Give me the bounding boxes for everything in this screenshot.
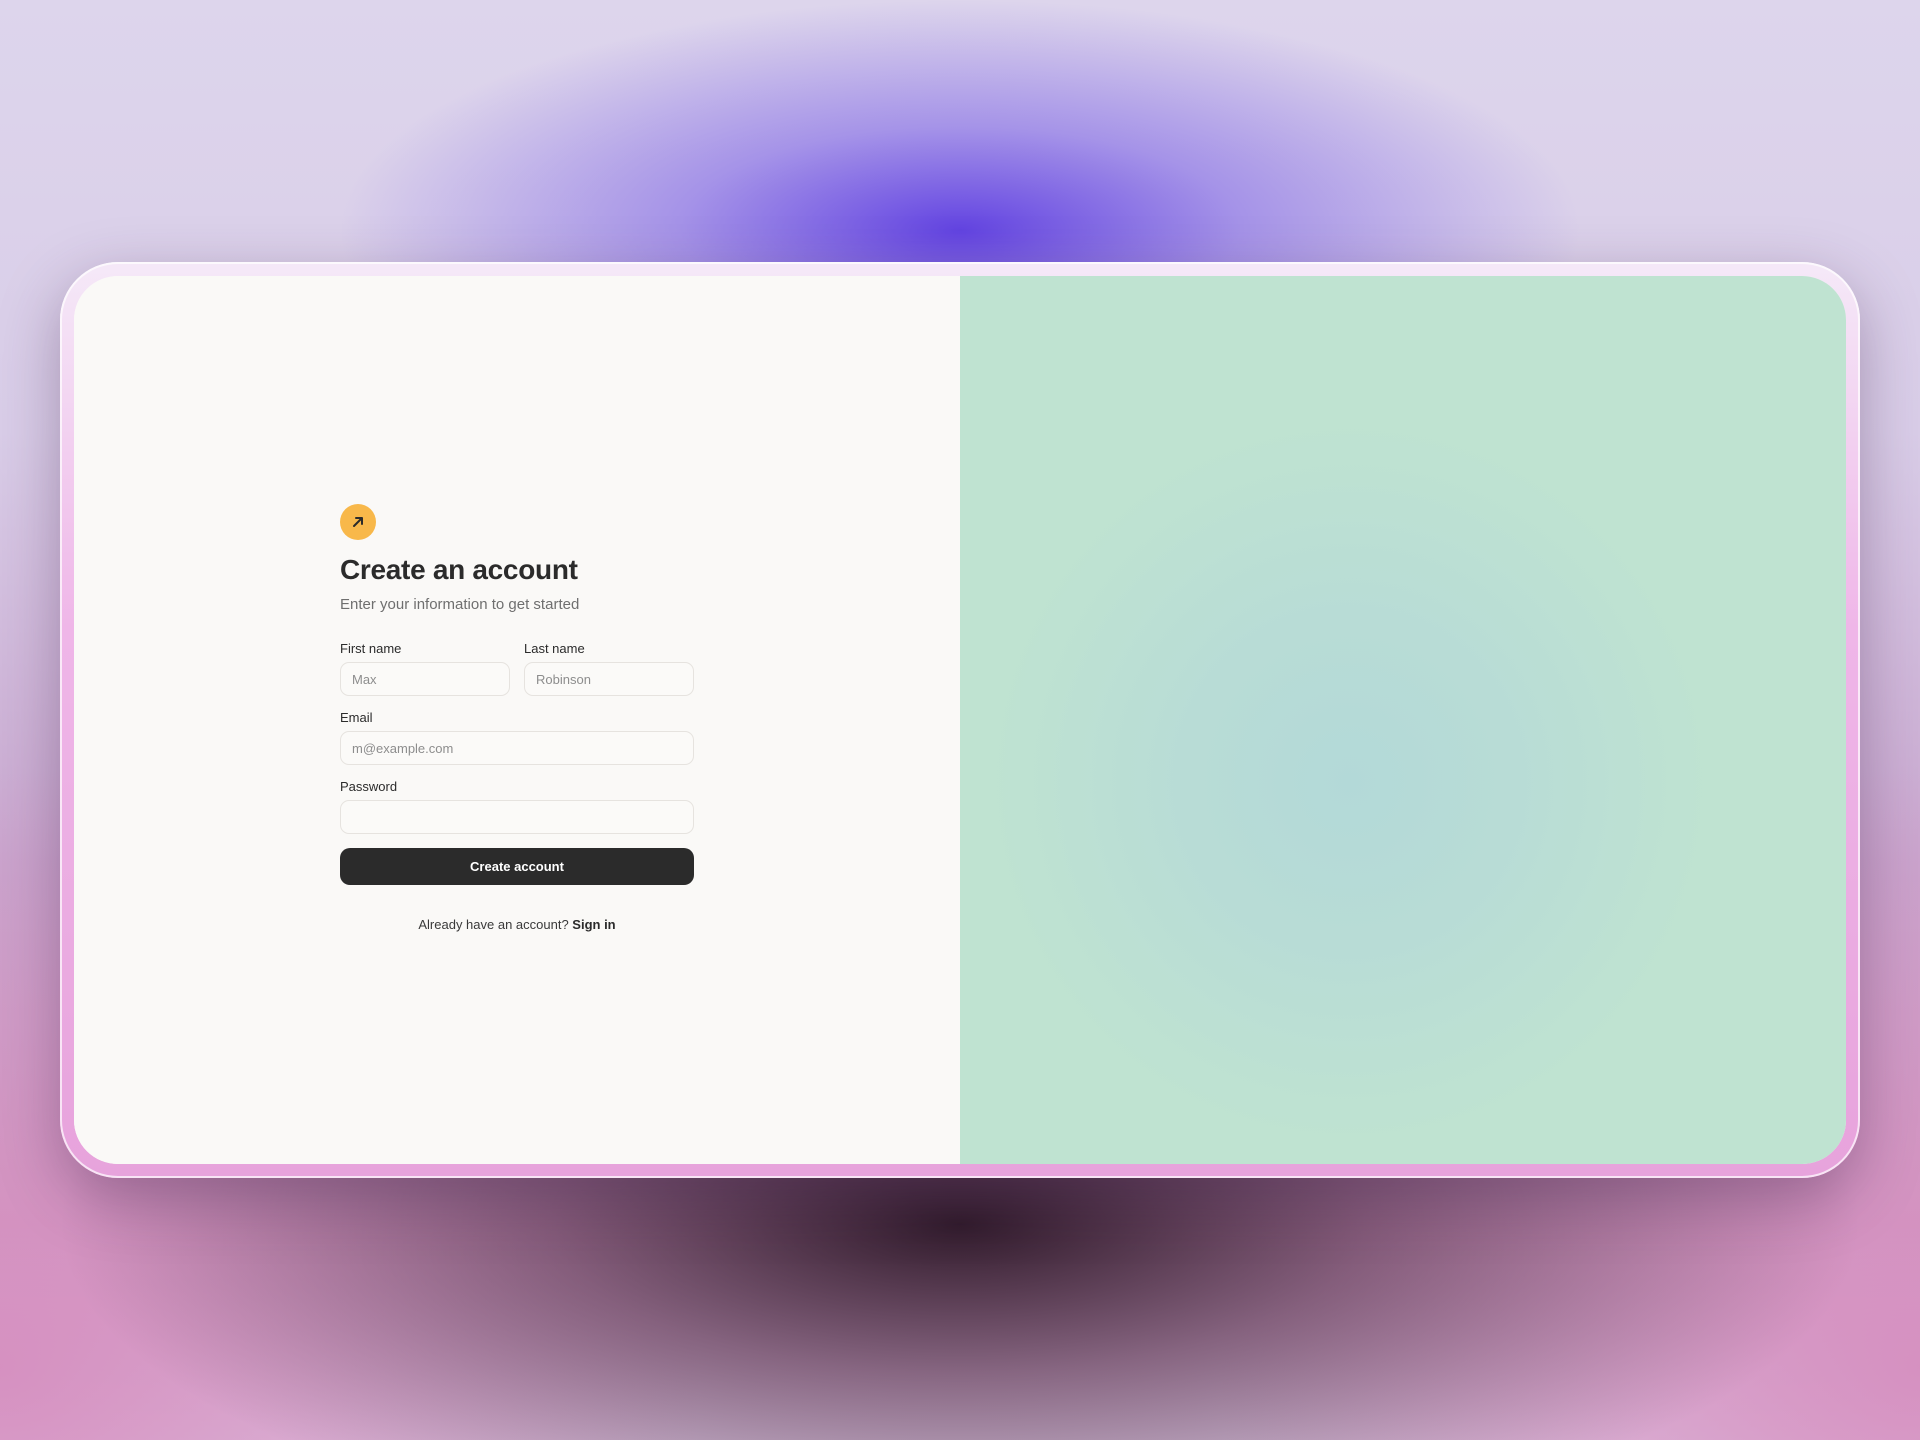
first-name-group: First name (340, 641, 510, 696)
signin-prompt: Already have an account? Sign in (340, 917, 694, 932)
app-window: Create an account Enter your information… (74, 276, 1846, 1164)
signin-link[interactable]: Sign in (572, 917, 615, 932)
create-account-button[interactable]: Create account (340, 848, 694, 885)
logo-badge (340, 504, 376, 540)
page-title: Create an account (340, 554, 578, 585)
password-group: Password (340, 779, 694, 834)
decorative-gradient-panel (960, 276, 1846, 1164)
password-label: Password (340, 779, 398, 794)
last-name-group: Last name (524, 641, 694, 696)
signup-form: Create an account Enter your information… (340, 504, 694, 932)
form-panel: Create an account Enter your information… (74, 276, 960, 1164)
last-name-field[interactable] (524, 662, 694, 696)
email-label: Email (340, 710, 373, 725)
email-group: Email (340, 710, 694, 765)
first-name-field[interactable] (340, 662, 510, 696)
last-name-label: Last name (524, 641, 585, 656)
signin-prompt-text: Already have an account? (418, 917, 573, 932)
email-field[interactable] (340, 731, 694, 765)
page-subtitle: Enter your information to get started (340, 596, 580, 613)
arrow-up-right-icon (353, 517, 363, 527)
first-name-label: First name (340, 641, 402, 656)
name-row: First name Last name (340, 641, 694, 696)
password-field[interactable] (340, 800, 694, 834)
